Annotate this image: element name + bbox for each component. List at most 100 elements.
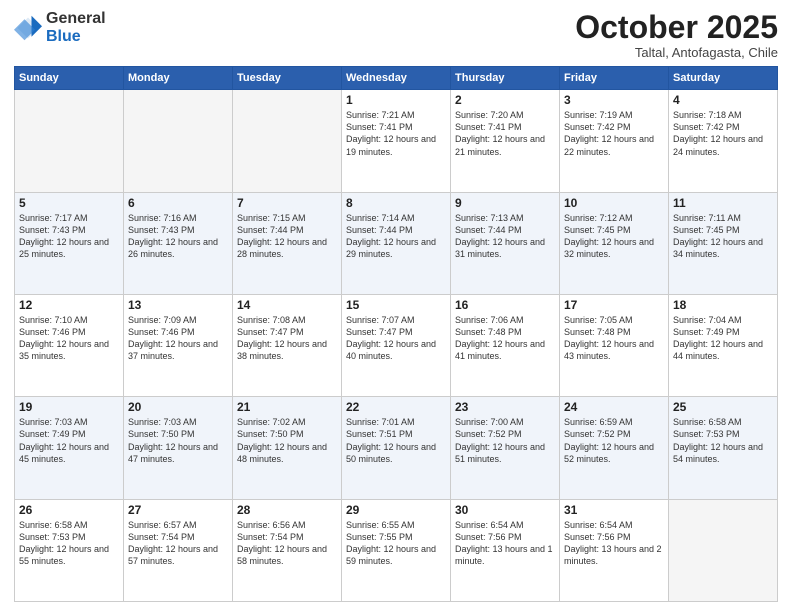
- daylight-text: Daylight: 13 hours and 1 minute.: [455, 544, 553, 566]
- sunset-text: Sunset: 7:48 PM: [564, 327, 631, 337]
- table-row: 21Sunrise: 7:02 AMSunset: 7:50 PMDayligh…: [233, 397, 342, 499]
- daylight-text: Daylight: 12 hours and 47 minutes.: [128, 442, 218, 464]
- sunrise-text: Sunrise: 7:19 AM: [564, 110, 633, 120]
- sunset-text: Sunset: 7:47 PM: [237, 327, 304, 337]
- daylight-text: Daylight: 12 hours and 35 minutes.: [19, 339, 109, 361]
- day-number: 12: [19, 298, 119, 312]
- sunrise-text: Sunrise: 6:54 AM: [564, 520, 633, 530]
- sunrise-text: Sunrise: 6:59 AM: [564, 417, 633, 427]
- table-row: 13Sunrise: 7:09 AMSunset: 7:46 PMDayligh…: [124, 294, 233, 396]
- cell-info: Sunrise: 7:10 AM Sunset: 7:46 PM Daylight:…: [19, 314, 119, 363]
- sunset-text: Sunset: 7:43 PM: [19, 225, 86, 235]
- cell-info: Sunrise: 7:02 AMSunset: 7:50 PMDaylight:…: [237, 416, 337, 465]
- sunrise-text: Sunrise: 7:21 AM: [346, 110, 415, 120]
- title-block: October 2025 Taltal, Antofagasta, Chile: [575, 10, 778, 60]
- table-row: [15, 90, 124, 192]
- day-number: 27: [128, 503, 228, 517]
- sunset-text: Sunset: 7:42 PM: [564, 122, 631, 132]
- daylight-text: Daylight: 12 hours and 55 minutes.: [19, 544, 109, 566]
- sunrise-text: Sunrise: 7:06 AM: [455, 315, 524, 325]
- table-row: 29Sunrise: 6:55 AMSunset: 7:55 PMDayligh…: [342, 499, 451, 601]
- header-thursday: Thursday: [451, 67, 560, 90]
- table-row: 17Sunrise: 7:05 AMSunset: 7:48 PMDayligh…: [560, 294, 669, 396]
- day-number: 30: [455, 503, 555, 517]
- sunset-text: Sunset: 7:47 PM: [346, 327, 413, 337]
- daylight-text: Daylight: 12 hours and 25 minutes.: [19, 237, 109, 259]
- daylight-text: Daylight: 12 hours and 41 minutes.: [455, 339, 545, 361]
- cell-info: Sunrise: 7:14 AMSunset: 7:44 PMDaylight:…: [346, 212, 446, 261]
- header-tuesday: Tuesday: [233, 67, 342, 90]
- sunrise-text: Sunrise: 7:05 AM: [564, 315, 633, 325]
- daylight-text: Daylight: 12 hours and 34 minutes.: [673, 237, 763, 259]
- calendar-week-3: 12 Sunrise: 7:10 AM Sunset: 7:46 PM Dayligh…: [15, 294, 778, 396]
- header-wednesday: Wednesday: [342, 67, 451, 90]
- daylight-text: Daylight: 12 hours and 31 minutes.: [455, 237, 545, 259]
- sunrise-text: Sunrise: 7:15 AM: [237, 213, 306, 223]
- sunrise-text: Sunrise: 6:54 AM: [455, 520, 524, 530]
- daylight-text: Daylight: 12 hours and 29 minutes.: [346, 237, 436, 259]
- table-row: 26Sunrise: 6:58 AMSunset: 7:53 PMDayligh…: [15, 499, 124, 601]
- sunrise-text: Sunrise: 7:18 AM: [673, 110, 742, 120]
- day-number: 4: [673, 93, 773, 107]
- daylight-text: Daylight: 12 hours and 32 minutes.: [564, 237, 654, 259]
- sunrise-text: Sunrise: 6:56 AM: [237, 520, 306, 530]
- daylight-text: Daylight: 12 hours and 22 minutes.: [564, 134, 654, 156]
- location-subtitle: Taltal, Antofagasta, Chile: [575, 45, 778, 60]
- sunset-text: Sunset: 7:45 PM: [564, 225, 631, 235]
- daylight-text: Daylight: 12 hours and 45 minutes.: [19, 442, 109, 464]
- sunset-text: Sunset: 7:46 PM: [128, 327, 195, 337]
- table-row: 11Sunrise: 7:11 AMSunset: 7:45 PMDayligh…: [669, 192, 778, 294]
- day-number: 28: [237, 503, 337, 517]
- sunrise-text: Sunrise: 7:13 AM: [455, 213, 524, 223]
- logo-text: General Blue: [46, 10, 106, 45]
- sunrise-text: Sunrise: 7:03 AM: [128, 417, 197, 427]
- daylight-text: Daylight: 12 hours and 24 minutes.: [673, 134, 763, 156]
- daylight-text: Daylight: 12 hours and 38 minutes.: [237, 339, 327, 361]
- cell-info: Sunrise: 7:05 AMSunset: 7:48 PMDaylight:…: [564, 314, 664, 363]
- sunset-text: Sunset: 7:44 PM: [237, 225, 304, 235]
- sunset-text: Sunset: 7:46 PM: [19, 327, 86, 337]
- day-number: 3: [564, 93, 664, 107]
- sunrise-text: Sunrise: 7:09 AM: [128, 315, 197, 325]
- day-number: 24: [564, 400, 664, 414]
- table-row: 10Sunrise: 7:12 AMSunset: 7:45 PMDayligh…: [560, 192, 669, 294]
- daylight-text: Daylight: 12 hours and 50 minutes.: [346, 442, 436, 464]
- table-row: 9Sunrise: 7:13 AMSunset: 7:44 PMDaylight…: [451, 192, 560, 294]
- sunset-text: Sunset: 7:51 PM: [346, 429, 413, 439]
- daylight-text: Daylight: 12 hours and 40 minutes.: [346, 339, 436, 361]
- sunrise-text: Sunrise: 7:10 AM: [19, 315, 88, 325]
- cell-info: Sunrise: 7:07 AMSunset: 7:47 PMDaylight:…: [346, 314, 446, 363]
- sunset-text: Sunset: 7:53 PM: [673, 429, 740, 439]
- sunrise-text: Sunrise: 7:11 AM: [673, 213, 741, 223]
- day-number: 8: [346, 196, 446, 210]
- sunset-text: Sunset: 7:54 PM: [237, 532, 304, 542]
- cell-info: Sunrise: 7:18 AM Sunset: 7:42 PM Daylight:…: [673, 109, 773, 158]
- sunset-text: Sunset: 7:50 PM: [128, 429, 195, 439]
- header-friday: Friday: [560, 67, 669, 90]
- table-row: 23Sunrise: 7:00 AMSunset: 7:52 PMDayligh…: [451, 397, 560, 499]
- sunrise-text: Sunrise: 7:20 AM: [455, 110, 524, 120]
- sunrise-text: Sunrise: 7:17 AM: [19, 213, 88, 223]
- daylight-text: Daylight: 12 hours and 26 minutes.: [128, 237, 218, 259]
- day-number: 9: [455, 196, 555, 210]
- calendar-week-5: 26Sunrise: 6:58 AMSunset: 7:53 PMDayligh…: [15, 499, 778, 601]
- table-row: 20Sunrise: 7:03 AMSunset: 7:50 PMDayligh…: [124, 397, 233, 499]
- day-number: 10: [564, 196, 664, 210]
- daylight-text: Daylight: 12 hours and 54 minutes.: [673, 442, 763, 464]
- table-row: 3 Sunrise: 7:19 AM Sunset: 7:42 PM Daylight…: [560, 90, 669, 192]
- day-number: 29: [346, 503, 446, 517]
- sunset-text: Sunset: 7:42 PM: [673, 122, 740, 132]
- table-row: 28Sunrise: 6:56 AMSunset: 7:54 PMDayligh…: [233, 499, 342, 601]
- cell-info: Sunrise: 6:54 AMSunset: 7:56 PMDaylight:…: [564, 519, 664, 568]
- day-number: 7: [237, 196, 337, 210]
- calendar-table: Sunday Monday Tuesday Wednesday Thursday…: [14, 66, 778, 602]
- sunrise-text: Sunrise: 6:57 AM: [128, 520, 197, 530]
- table-row: 24Sunrise: 6:59 AMSunset: 7:52 PMDayligh…: [560, 397, 669, 499]
- sunset-text: Sunset: 7:48 PM: [455, 327, 522, 337]
- day-number: 2: [455, 93, 555, 107]
- table-row: 30Sunrise: 6:54 AMSunset: 7:56 PMDayligh…: [451, 499, 560, 601]
- sunrise-text: Sunrise: 7:01 AM: [346, 417, 415, 427]
- header-saturday: Saturday: [669, 67, 778, 90]
- calendar-header-row: Sunday Monday Tuesday Wednesday Thursday…: [15, 67, 778, 90]
- sunset-text: Sunset: 7:44 PM: [346, 225, 413, 235]
